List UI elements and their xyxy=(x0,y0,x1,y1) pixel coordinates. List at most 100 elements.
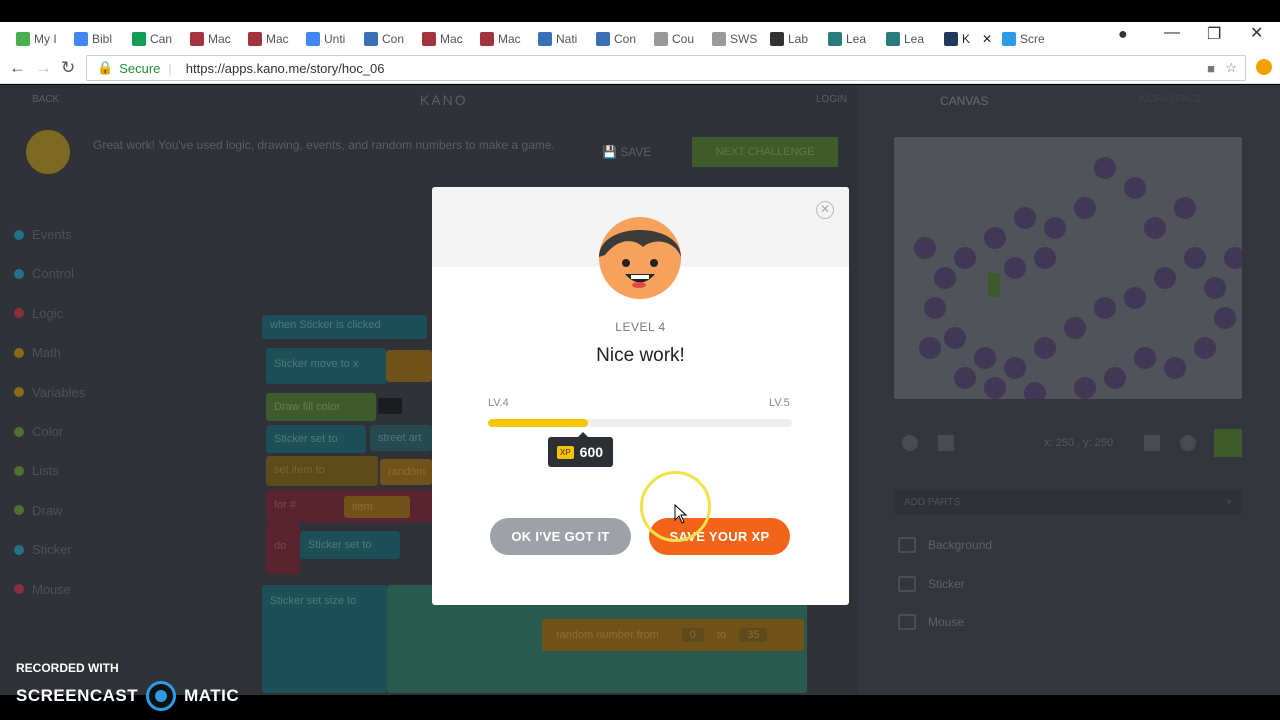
browser-tab[interactable]: Lea xyxy=(880,26,936,52)
add-icon[interactable]: + xyxy=(1226,497,1232,508)
canvas-sticker xyxy=(1134,347,1156,369)
fullscreen-icon[interactable] xyxy=(1144,435,1160,451)
save-button[interactable]: 💾 SAVE xyxy=(602,145,651,159)
character-avatar-icon xyxy=(26,130,70,174)
tab-workspace[interactable]: WORKSPACE xyxy=(1138,94,1202,105)
back-link[interactable]: BACK xyxy=(32,94,59,105)
canvas-sticker xyxy=(1004,257,1026,279)
tab-favicon-icon xyxy=(538,32,552,46)
canvas-sticker-highlight xyxy=(988,273,1000,297)
part-thumbnail-icon xyxy=(898,575,916,592)
tab-favicon-icon xyxy=(190,32,204,46)
value-block[interactable] xyxy=(386,350,432,382)
category-item[interactable]: Draw xyxy=(14,503,62,518)
canvas-sticker xyxy=(1164,357,1186,379)
category-item[interactable]: Variables xyxy=(14,385,85,400)
canvas-sticker xyxy=(934,267,956,289)
add-parts-bar[interactable]: ADD PARTS + xyxy=(894,489,1242,515)
category-dot-icon xyxy=(14,505,24,516)
ok-got-it-button[interactable]: OK I'VE GOT IT xyxy=(490,518,631,555)
part-item[interactable]: Background xyxy=(898,537,992,553)
browser-tab[interactable]: Mac xyxy=(474,26,530,52)
set-block[interactable]: Sticker set to xyxy=(266,425,366,453)
canvas-sticker xyxy=(919,337,941,359)
profile-icon[interactable]: ● xyxy=(1118,26,1128,44)
bookmark-star-icon[interactable]: ☆ xyxy=(1225,60,1237,76)
browser-tab[interactable]: Con xyxy=(590,26,646,52)
gear-icon[interactable] xyxy=(902,435,918,451)
street-art-field[interactable]: street art xyxy=(370,425,432,451)
set-item-block[interactable]: set item to xyxy=(266,456,378,486)
url-text[interactable]: https://apps.kano.me/story/hoc_06 xyxy=(186,61,385,76)
browser-tab[interactable]: Mac xyxy=(242,26,298,52)
restore-icon[interactable]: ❐ xyxy=(1207,24,1221,44)
set-sticker-block[interactable]: Sticker set to xyxy=(300,531,400,559)
browser-tab[interactable]: K ✕ xyxy=(938,26,994,52)
category-item[interactable]: Logic xyxy=(14,306,63,321)
canvas-sticker xyxy=(1214,307,1236,329)
reload-icon[interactable]: ↻ xyxy=(61,58,75,78)
category-item[interactable]: Sticker xyxy=(14,542,72,557)
canvas-sticker xyxy=(944,327,966,349)
to-value[interactable]: 35 xyxy=(739,628,768,642)
browser-tab[interactable]: Scre xyxy=(996,26,1052,52)
secure-indicator[interactable]: 🔒 Secure xyxy=(97,60,160,76)
random-block[interactable]: random xyxy=(380,459,432,485)
level-up-dialog: ✕ LEVEL 4 Nice work! LV.4 LV.5 XP 600 OK… xyxy=(432,187,849,605)
save-canvas-icon[interactable] xyxy=(938,435,954,451)
category-dot-icon xyxy=(14,544,24,555)
restart-icon[interactable] xyxy=(1180,435,1196,451)
category-item[interactable]: Control xyxy=(14,266,74,281)
close-icon[interactable]: ✕ xyxy=(816,201,834,219)
browser-tab-strip: My I Bibl Can Mac Mac Unti Con Mac Mac Nati Con Cou… xyxy=(0,22,1280,52)
fill-color-block[interactable]: Draw fill color xyxy=(266,393,376,421)
next-challenge-button[interactable]: NEXT CHALLENGE xyxy=(692,137,838,167)
when-block[interactable]: when Sticker is clicked xyxy=(262,315,427,339)
browser-tab[interactable]: Nati xyxy=(532,26,588,52)
browser-tab[interactable]: My I xyxy=(10,26,66,52)
browser-tab[interactable]: Lea xyxy=(822,26,878,52)
item-field[interactable]: item xyxy=(344,496,410,518)
set-size-block[interactable]: Sticker set size to xyxy=(262,585,387,693)
mouse-pointer-icon xyxy=(674,504,688,524)
from-value[interactable]: 0 xyxy=(681,628,704,642)
category-item[interactable]: Mouse xyxy=(14,582,71,597)
color-swatch[interactable] xyxy=(378,398,402,414)
random-number-block[interactable]: random number from 0 to 35 xyxy=(542,619,804,651)
browser-tab[interactable]: Cou xyxy=(648,26,704,52)
tab-favicon-icon xyxy=(828,32,842,46)
login-link[interactable]: LOGIN xyxy=(816,94,847,105)
browser-tab[interactable]: Lab xyxy=(764,26,820,52)
pause-button[interactable] xyxy=(1214,429,1242,457)
close-window-icon[interactable]: ✕ xyxy=(1250,23,1263,43)
browser-tab[interactable]: Bibl xyxy=(68,26,124,52)
address-bar[interactable]: 🔒 Secure | https://apps.kano.me/story/ho… xyxy=(86,55,1246,81)
canvas-pane: CANVAS WORKSPACE x: 250 , y: 250 ADD PAR… xyxy=(858,85,1280,695)
browser-tab[interactable]: Mac xyxy=(184,26,240,52)
browser-tab[interactable]: Can xyxy=(126,26,182,52)
tab-canvas[interactable]: CANVAS xyxy=(940,94,988,108)
category-item[interactable]: Lists xyxy=(14,463,59,478)
close-tab-icon[interactable]: ✕ xyxy=(982,32,992,46)
forward-arrow-icon[interactable]: → xyxy=(35,58,52,78)
extension-badge-icon[interactable] xyxy=(1256,59,1272,75)
browser-tab[interactable]: Unti xyxy=(300,26,356,52)
part-item[interactable]: Mouse xyxy=(898,614,964,630)
minimize-icon[interactable]: — xyxy=(1164,24,1180,42)
back-arrow-icon[interactable]: ← xyxy=(9,58,26,78)
category-item[interactable]: Color xyxy=(14,424,63,439)
move-block[interactable]: Sticker move to x xyxy=(266,348,386,384)
game-canvas[interactable] xyxy=(894,137,1242,399)
xp-value: 600 xyxy=(579,444,604,460)
category-item[interactable]: Events xyxy=(14,227,72,242)
next-level-label: LV.5 xyxy=(769,397,790,409)
part-thumbnail-icon xyxy=(898,614,916,630)
canvas-sticker xyxy=(1074,377,1096,399)
extension-icon[interactable]: ■ xyxy=(1207,61,1215,76)
tab-favicon-icon xyxy=(74,32,88,46)
browser-tab[interactable]: Con xyxy=(358,26,414,52)
browser-tab[interactable]: Mac xyxy=(416,26,472,52)
category-item[interactable]: Math xyxy=(14,345,61,360)
browser-tab[interactable]: SWS xyxy=(706,26,762,52)
part-item[interactable]: Sticker xyxy=(898,575,965,592)
